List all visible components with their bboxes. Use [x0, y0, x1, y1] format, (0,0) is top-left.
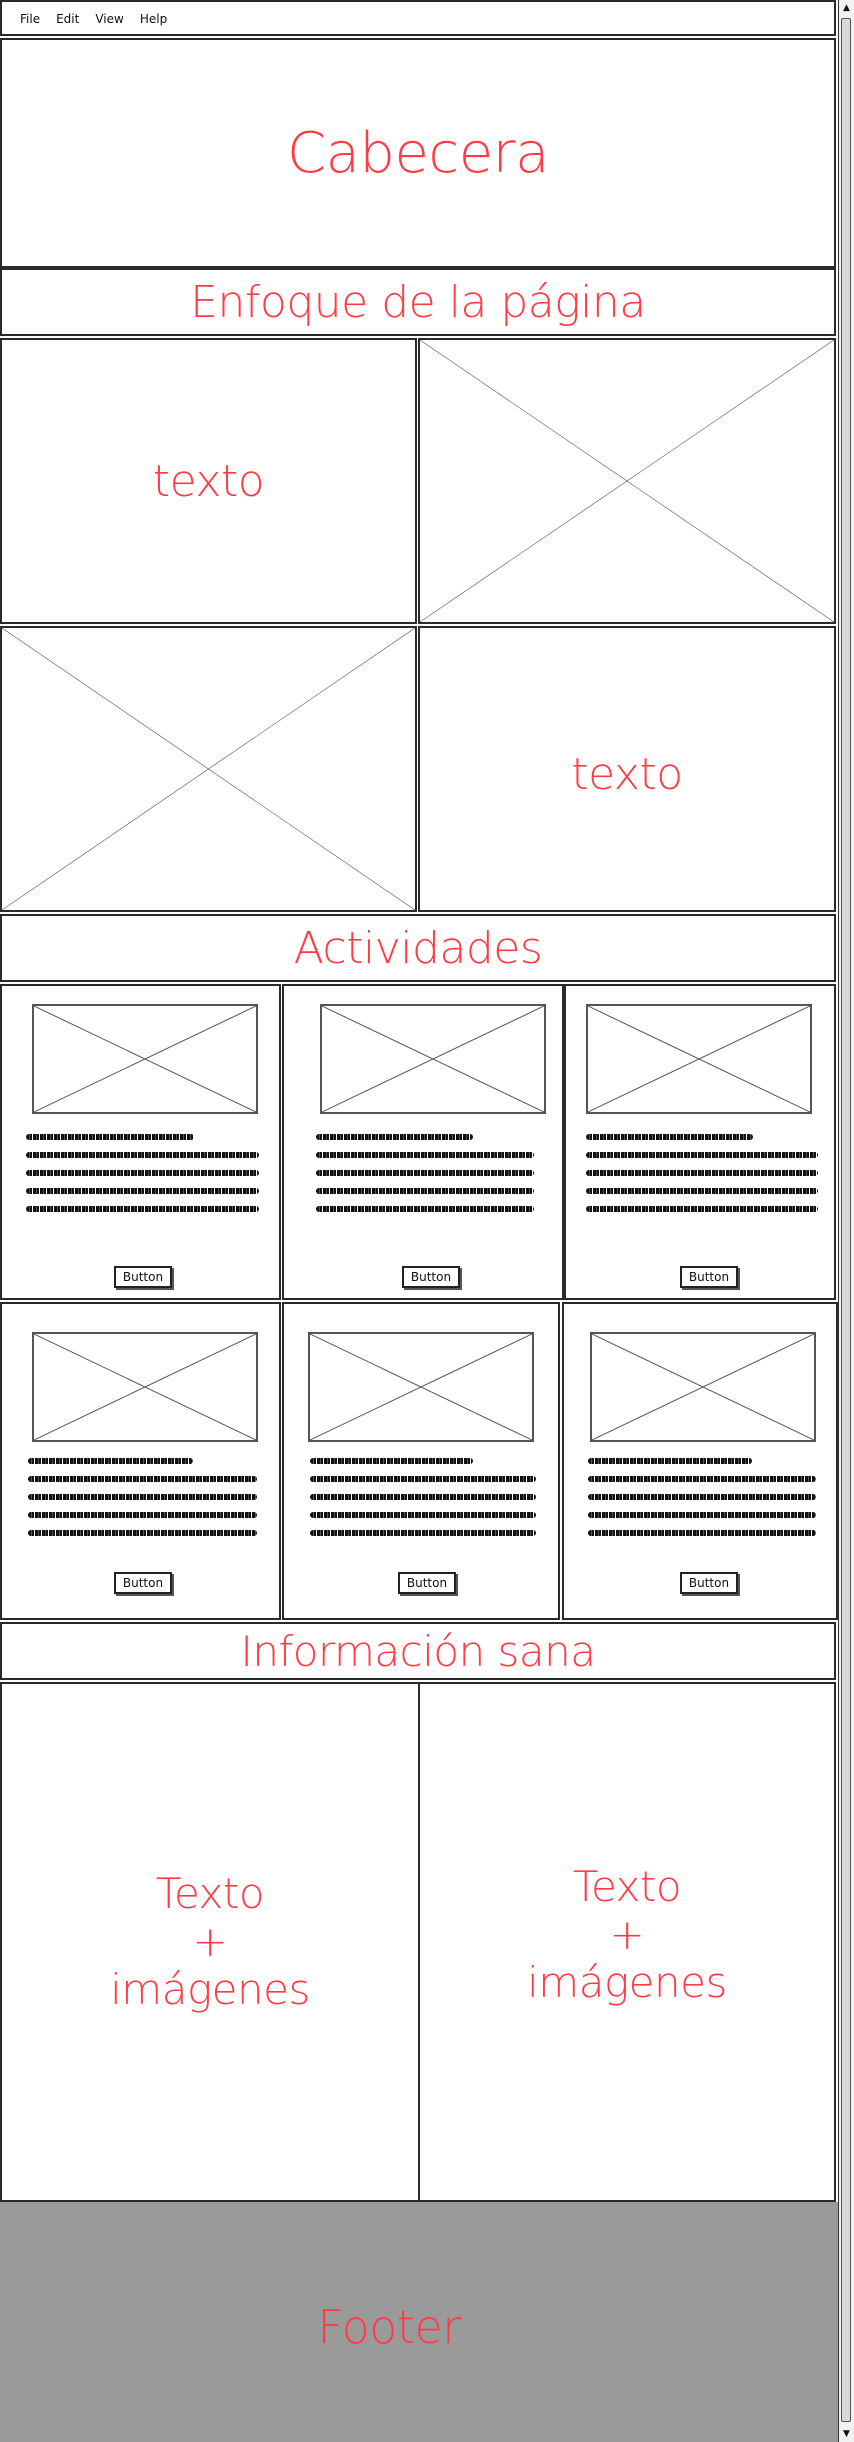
vertical-scrollbar[interactable]: ▲ ▼: [838, 0, 854, 2442]
activity-button[interactable]: Button: [114, 1266, 172, 1288]
focus-title-bar: Enfoque de la página: [0, 268, 836, 336]
activity-image: [590, 1332, 816, 1442]
activity-card: Button: [0, 1302, 281, 1620]
focus-text-cell-2: texto: [418, 626, 836, 912]
activity-button[interactable]: Button: [680, 1572, 738, 1594]
activity-button[interactable]: Button: [114, 1572, 172, 1594]
health-right-line-1: Texto: [572, 1862, 682, 1911]
image-placeholder-icon: [592, 1334, 814, 1440]
image-placeholder-icon: [420, 340, 834, 622]
activity-button[interactable]: Button: [398, 1572, 456, 1594]
menu-bar: File Edit View Help: [0, 0, 836, 36]
focus-title: Enfoque de la página: [190, 276, 646, 328]
activities-title: Actividades: [293, 922, 543, 974]
activity-card: Button: [0, 984, 281, 1300]
activities-title-bar: Actividades: [0, 914, 836, 982]
focus-text-cell-1: texto: [0, 338, 417, 624]
activity-description: [586, 1134, 818, 1224]
image-placeholder-icon: [588, 1006, 810, 1112]
menu-edit[interactable]: Edit: [48, 12, 87, 26]
image-placeholder-icon: [322, 1006, 544, 1112]
health-left-line-2: +: [192, 1917, 228, 1966]
menu-row: File Edit View Help: [12, 2, 175, 36]
focus-text-1: texto: [152, 455, 265, 507]
health-left-content: Texto + imágenes: [2, 1684, 418, 2200]
activity-card: Button: [564, 984, 836, 1300]
health-left-line-1: Texto: [155, 1869, 265, 1918]
activity-description: [310, 1458, 536, 1548]
health-right-line-2: +: [609, 1910, 645, 1959]
footer-label: Footer: [317, 2300, 461, 2354]
menu-help[interactable]: Help: [132, 12, 175, 26]
health-right-cell: Texto + imágenes: [418, 1682, 836, 2202]
image-placeholder-icon: [34, 1006, 256, 1112]
focus-text-2: texto: [571, 748, 683, 800]
scrollbar-thumb[interactable]: [841, 18, 851, 2422]
arrow-down-icon[interactable]: ▼: [839, 2426, 854, 2442]
image-placeholder-icon: [2, 628, 415, 910]
activity-button[interactable]: Button: [680, 1266, 738, 1288]
activity-card: Button: [562, 1302, 838, 1620]
activity-image: [586, 1004, 812, 1114]
activity-description: [316, 1134, 534, 1224]
image-placeholder-icon: [34, 1334, 256, 1440]
activity-image: [308, 1332, 534, 1442]
activity-image: [320, 1004, 546, 1114]
focus-image-1: [418, 338, 836, 624]
image-placeholder-icon: [310, 1334, 532, 1440]
menu-view[interactable]: View: [87, 12, 131, 26]
focus-image-2: [0, 626, 417, 912]
activity-button[interactable]: Button: [402, 1266, 460, 1288]
arrow-up-icon[interactable]: ▲: [839, 0, 854, 16]
health-right-line-3: imágenes: [527, 1958, 727, 2007]
activity-card: Button: [282, 1302, 560, 1620]
header-title: Cabecera: [287, 120, 550, 186]
health-left-line-3: imágenes: [110, 1965, 310, 2014]
menu-file[interactable]: File: [12, 12, 48, 26]
activity-description: [588, 1458, 816, 1548]
activity-description: [26, 1134, 259, 1224]
activity-image: [32, 1332, 258, 1442]
health-title-bar: Información sana: [0, 1622, 836, 1680]
health-title: Información sana: [240, 1626, 596, 1676]
health-right-content: Texto + imágenes: [420, 1684, 834, 2200]
health-left-cell: Texto + imágenes: [0, 1682, 420, 2202]
activity-card: Button: [282, 984, 564, 1300]
activity-description: [28, 1458, 257, 1548]
header-section: Cabecera: [0, 38, 836, 268]
activity-image: [32, 1004, 258, 1114]
footer-section: Footer: [0, 2202, 838, 2442]
